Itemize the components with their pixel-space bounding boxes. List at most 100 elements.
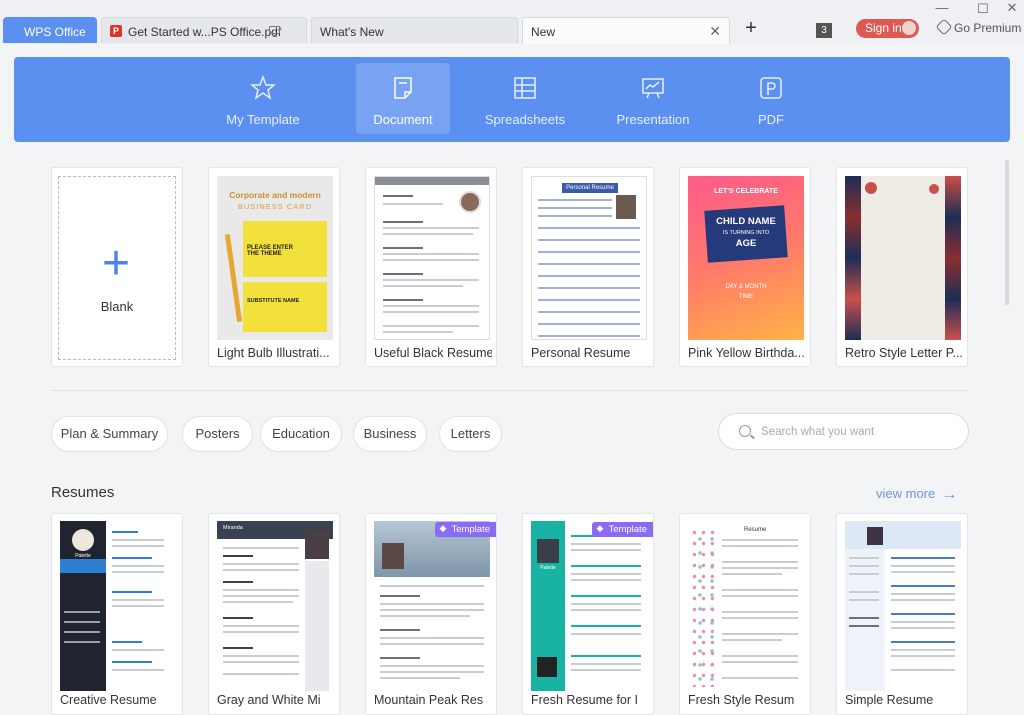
sign-in-button[interactable]: Sign in bbox=[856, 19, 919, 38]
resume-label: Fresh Style Resum bbox=[688, 693, 795, 707]
spreadsheet-icon bbox=[514, 77, 536, 99]
view-more-link[interactable]: view more → bbox=[876, 486, 957, 504]
monitor-icon[interactable] bbox=[269, 26, 280, 37]
thumb-text: Resume bbox=[744, 527, 767, 533]
maximize-icon[interactable]: ☐ bbox=[973, 1, 993, 17]
template-card[interactable]: LET'S CELEBRATE CHILD NAME IS TURNING IN… bbox=[679, 167, 811, 367]
resume-card[interactable]: Palette Creative Resume bbox=[51, 513, 183, 715]
category-pdf[interactable]: PDF bbox=[724, 63, 818, 134]
template-label: Blank bbox=[100, 299, 134, 314]
scrollbar[interactable] bbox=[1005, 160, 1009, 305]
star-icon bbox=[250, 75, 276, 100]
category-nav: My Template Document Spreadsheets Presen… bbox=[14, 57, 1010, 142]
avatar-icon bbox=[902, 21, 916, 35]
sidebar-shape bbox=[305, 561, 329, 691]
filter-education[interactable]: Education bbox=[260, 416, 342, 452]
premium-icon bbox=[935, 18, 953, 36]
resume-thumbnail bbox=[374, 521, 490, 691]
resume-card[interactable]: Palette Template Fresh Resume for I bbox=[522, 513, 654, 715]
photo-shape bbox=[459, 191, 481, 213]
photo-shape bbox=[867, 527, 883, 545]
category-label: Presentation bbox=[616, 112, 690, 127]
thumb-text: LET'S CELEBRATE bbox=[714, 188, 778, 195]
resume-label: Mountain Peak Res bbox=[374, 693, 484, 707]
tab-pdf-document[interactable]: P Get Started w...PS Office.pdf bbox=[101, 17, 307, 43]
thumb-text: Palette bbox=[540, 565, 556, 571]
minimize-icon[interactable]: — bbox=[932, 0, 952, 15]
template-badge: Template bbox=[592, 522, 653, 537]
tab-wps-office[interactable]: WPS Office bbox=[3, 17, 97, 43]
category-spreadsheets[interactable]: Spreadsheets bbox=[478, 63, 572, 134]
resume-card[interactable]: Template Mountain Peak Res bbox=[365, 513, 497, 715]
category-presentation[interactable]: Presentation bbox=[606, 63, 700, 134]
resume-label: Gray and White Mi bbox=[217, 693, 321, 707]
confetti-shape bbox=[690, 527, 714, 687]
template-thumbnail: Corporate and modern BUSINESS CARD PLEAS… bbox=[217, 176, 333, 340]
tab-label: New bbox=[531, 25, 556, 39]
tab-label: WPS Office bbox=[24, 25, 86, 39]
photo-shape bbox=[72, 529, 94, 551]
new-tab-plus-icon[interactable]: + bbox=[742, 17, 760, 40]
qr-shape bbox=[537, 657, 557, 677]
template-card[interactable]: Personal Resume Personal Resume bbox=[522, 167, 654, 367]
search-box[interactable] bbox=[718, 413, 969, 450]
thumb-subtitle: BUSINESS CARD bbox=[237, 202, 313, 211]
window-close-icon[interactable]: ✕ bbox=[1002, 0, 1022, 16]
thumb-text: SUBSTITUTE NAME bbox=[247, 298, 300, 304]
template-card[interactable]: Useful Black Resume bbox=[365, 167, 497, 367]
premium-label: Go Premium bbox=[954, 21, 1022, 35]
resume-thumbnail: Palette bbox=[531, 521, 647, 691]
tab-new[interactable]: New ✕ bbox=[522, 17, 730, 44]
photo-shape bbox=[305, 529, 329, 559]
sign-in-label: Sign in bbox=[865, 21, 902, 35]
template-thumbnail bbox=[374, 176, 490, 340]
thumb-text: AGE bbox=[735, 238, 757, 249]
template-badge: Template bbox=[435, 522, 496, 537]
flower-shape bbox=[865, 182, 877, 194]
pdf-file-icon: P bbox=[110, 25, 122, 37]
document-icon bbox=[394, 77, 412, 99]
go-premium-button[interactable]: Go Premium bbox=[935, 18, 1022, 36]
resume-label: Simple Resume bbox=[845, 693, 934, 707]
template-card[interactable]: Retro Style Letter P... bbox=[836, 167, 968, 367]
search-input[interactable] bbox=[759, 423, 959, 441]
tab-bar: WPS Office P Get Started w...PS Office.p… bbox=[0, 0, 1024, 44]
template-label: Useful Black Resume bbox=[374, 346, 492, 360]
resume-thumbnail: Miranda bbox=[217, 521, 333, 691]
photo-shape bbox=[616, 195, 636, 219]
template-card[interactable]: Corporate and modern BUSINESS CARD PLEAS… bbox=[208, 167, 340, 367]
accent-shape bbox=[60, 559, 106, 573]
template-label: Pink Yellow Birthda... bbox=[688, 346, 805, 360]
section-title: Resumes bbox=[51, 484, 115, 501]
search-icon bbox=[739, 425, 751, 437]
category-label: Document bbox=[373, 112, 433, 127]
blank-area: + Blank bbox=[58, 176, 176, 360]
thumb-text: Miranda bbox=[223, 525, 243, 531]
resume-thumbnail: Resume bbox=[688, 521, 804, 691]
thumb-text: PLEASE ENTER THE THEME bbox=[247, 245, 294, 257]
close-icon[interactable]: ✕ bbox=[709, 23, 721, 40]
arrow-right-icon: → bbox=[941, 486, 958, 503]
tab-count-badge[interactable]: 3 bbox=[816, 23, 832, 38]
tab-whats-new[interactable]: What's New bbox=[311, 17, 518, 43]
category-document[interactable]: Document bbox=[356, 63, 450, 134]
thumb-text: DAY & MONTH bbox=[725, 284, 767, 290]
presentation-icon bbox=[642, 78, 664, 99]
thumb-text: IS TURNING INTO bbox=[722, 230, 770, 236]
filter-plan-summary[interactable]: Plan & Summary bbox=[51, 416, 168, 452]
filter-letters[interactable]: Letters bbox=[439, 416, 502, 452]
filter-business[interactable]: Business bbox=[353, 416, 427, 452]
template-thumbnail: Personal Resume bbox=[531, 176, 647, 340]
template-card-blank[interactable]: + Blank bbox=[51, 167, 183, 367]
category-label: Spreadsheets bbox=[484, 112, 566, 127]
template-label: Light Bulb Illustrati... bbox=[217, 346, 330, 360]
resume-label: Fresh Resume for I bbox=[531, 693, 638, 707]
divider bbox=[51, 390, 968, 391]
resume-card[interactable]: Resume Fresh Style Resum bbox=[679, 513, 811, 715]
filter-posters[interactable]: Posters bbox=[182, 416, 253, 452]
template-label: Retro Style Letter P... bbox=[845, 346, 963, 360]
resume-card[interactable]: Miranda Gray and White Mi bbox=[208, 513, 340, 715]
photo-shape bbox=[537, 539, 559, 563]
resume-card[interactable]: Simple Resume bbox=[836, 513, 968, 715]
category-my-template[interactable]: My Template bbox=[216, 63, 310, 134]
